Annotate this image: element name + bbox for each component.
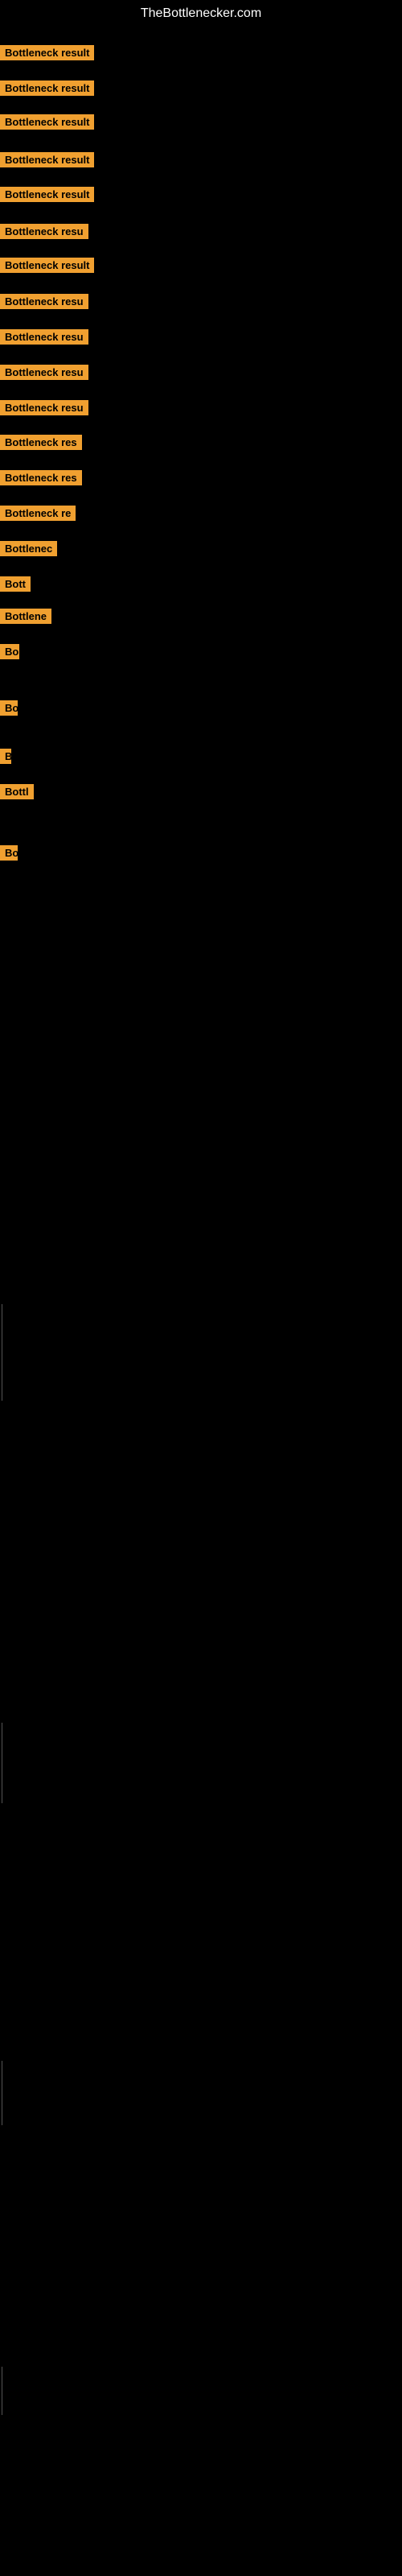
bottleneck-badge-11: Bottleneck res (0, 435, 82, 454)
badge-text-21: Bo (0, 845, 18, 861)
bottleneck-badge-8: Bottleneck resu (0, 329, 88, 349)
bottleneck-badge-16: Bottlene (0, 609, 51, 628)
bottleneck-badge-19: B (0, 749, 11, 768)
bottleneck-badge-14: Bottlenec (0, 541, 57, 560)
badge-text-7: Bottleneck resu (0, 294, 88, 309)
badge-text-10: Bottleneck resu (0, 400, 88, 415)
bottleneck-badge-1: Bottleneck result (0, 80, 94, 100)
bottleneck-badge-0: Bottleneck result (0, 45, 94, 64)
bottleneck-badge-17: Bo (0, 644, 19, 663)
badge-text-9: Bottleneck resu (0, 365, 88, 380)
badge-text-17: Bo (0, 644, 19, 659)
bottleneck-badge-4: Bottleneck result (0, 187, 94, 206)
badge-text-6: Bottleneck result (0, 258, 94, 273)
badge-text-1: Bottleneck result (0, 80, 94, 96)
bottleneck-badge-9: Bottleneck resu (0, 365, 88, 384)
bottleneck-badge-10: Bottleneck resu (0, 400, 88, 419)
badge-text-20: Bottl (0, 784, 34, 799)
badge-text-5: Bottleneck resu (0, 224, 88, 239)
bottleneck-badge-15: Bott (0, 576, 31, 596)
badge-text-12: Bottleneck res (0, 470, 82, 485)
badge-text-3: Bottleneck result (0, 152, 94, 167)
badge-text-13: Bottleneck re (0, 506, 76, 521)
bottleneck-badge-3: Bottleneck result (0, 152, 94, 171)
bottleneck-badge-21: Bo (0, 845, 18, 865)
bottleneck-badge-2: Bottleneck result (0, 114, 94, 134)
bottleneck-badge-5: Bottleneck resu (0, 224, 88, 243)
badge-text-11: Bottleneck res (0, 435, 82, 450)
badge-text-0: Bottleneck result (0, 45, 94, 60)
bottleneck-badge-13: Bottleneck re (0, 506, 76, 525)
bottleneck-badge-6: Bottleneck result (0, 258, 94, 277)
site-title: TheBottlenecker.com (0, 0, 402, 24)
badge-text-8: Bottleneck resu (0, 329, 88, 345)
badge-text-4: Bottleneck result (0, 187, 94, 202)
bottleneck-badge-12: Bottleneck res (0, 470, 82, 489)
bottleneck-badge-7: Bottleneck resu (0, 294, 88, 313)
badge-text-15: Bott (0, 576, 31, 592)
badge-text-19: B (0, 749, 11, 764)
badge-text-18: Bo (0, 700, 18, 716)
bottleneck-badge-18: Bo (0, 700, 18, 720)
badge-text-14: Bottlenec (0, 541, 57, 556)
badge-text-2: Bottleneck result (0, 114, 94, 130)
bottleneck-badge-20: Bottl (0, 784, 34, 803)
badge-text-16: Bottlene (0, 609, 51, 624)
